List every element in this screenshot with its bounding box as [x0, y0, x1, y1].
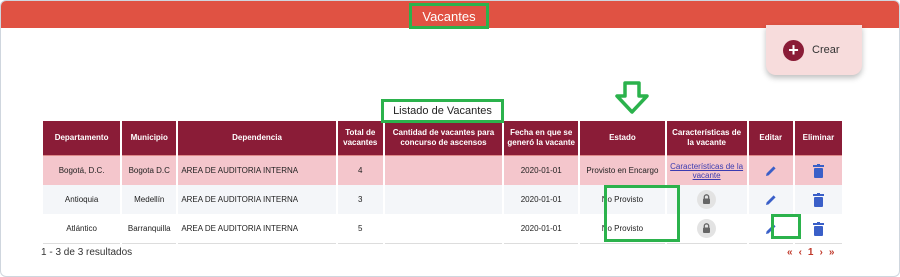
cell-ascensos [384, 155, 503, 185]
create-button-label: Crear [812, 44, 840, 56]
column-header-dependencia[interactable]: Dependencia [178, 121, 336, 155]
last-page-button[interactable]: » [829, 247, 835, 258]
column-header-departamento[interactable]: Departamento [43, 121, 121, 155]
next-page-button[interactable]: › [819, 247, 822, 258]
cell-eliminar [794, 214, 842, 244]
pencil-icon[interactable] [765, 165, 777, 177]
column-header-editar: Editar [748, 121, 793, 155]
lock-icon [697, 219, 717, 238]
cell-caracteristicas: Características de la vacante [666, 155, 747, 185]
cell-fecha: 2020-01-01 [504, 185, 579, 214]
cell-total: 4 [337, 155, 383, 185]
cell-municipio: Barranquilla [122, 214, 177, 244]
plus-icon: + [783, 39, 804, 61]
column-header-caracteristicas: Características de la vacante [666, 121, 747, 155]
prev-page-button[interactable]: ‹ [799, 247, 802, 258]
cell-departamento: Atlántico [43, 214, 121, 244]
table-header-row: Departamento Municipio Dependencia Total… [43, 121, 842, 155]
edit-highlight [771, 214, 801, 239]
vacancies-table: Departamento Municipio Dependencia Total… [41, 121, 844, 244]
column-header-ascensos[interactable]: Cantidad de vacantes para concurso de as… [384, 121, 503, 155]
cell-departamento: Bogotá, D.C. [43, 155, 121, 185]
cell-ascensos [384, 214, 503, 244]
cell-estado: Provisto en Encargo [580, 155, 665, 185]
cell-departamento: Antioquia [43, 185, 121, 214]
column-header-estado[interactable]: Estado [580, 121, 665, 155]
cell-dependencia: AREA DE AUDITORIA INTERNA [178, 214, 336, 244]
column-header-municipio[interactable]: Municipio [122, 121, 177, 155]
pencil-icon[interactable] [765, 194, 777, 206]
pagination: « ‹ 1 › » [787, 247, 834, 258]
trash-icon[interactable] [812, 163, 824, 178]
cell-dependencia: AREA DE AUDITORIA INTERNA [178, 185, 336, 214]
cell-eliminar [794, 185, 842, 214]
cell-eliminar [794, 155, 842, 185]
cell-municipio: Bogota D.C [122, 155, 177, 185]
results-count: 1 - 3 de 3 resultados [41, 247, 133, 258]
table-row[interactable]: Atlántico Barranquilla AREA DE AUDITORIA… [43, 214, 842, 244]
cell-fecha: 2020-01-01 [504, 214, 579, 244]
cell-total: 5 [337, 214, 383, 244]
cell-editar [748, 185, 793, 214]
arrow-down-icon [615, 81, 649, 114]
estado-highlight [604, 185, 680, 242]
list-title: Listado de Vacantes [381, 99, 504, 123]
cell-municipio: Medellín [122, 185, 177, 214]
trash-icon[interactable] [812, 221, 824, 236]
column-header-eliminar: Eliminar [794, 121, 842, 155]
column-header-fecha[interactable]: Fecha en que se generó la vacante [504, 121, 579, 155]
cell-total: 3 [337, 185, 383, 214]
table-row[interactable]: Antioquia Medellín AREA DE AUDITORIA INT… [43, 185, 842, 214]
lock-icon [697, 190, 717, 209]
cell-dependencia: AREA DE AUDITORIA INTERNA [178, 155, 336, 185]
trash-icon[interactable] [812, 192, 824, 207]
cell-fecha: 2020-01-01 [504, 155, 579, 185]
create-button[interactable]: + Crear [766, 25, 862, 75]
cell-ascensos [384, 185, 503, 214]
cell-editar [748, 155, 793, 185]
current-page[interactable]: 1 [808, 247, 814, 258]
caracteristicas-link[interactable]: Características de la vacante [670, 162, 743, 180]
page-title: Vacantes [409, 3, 489, 29]
first-page-button[interactable]: « [787, 247, 793, 258]
vacancies-panel: Vacantes + Crear Listado de Vacantes Dep… [0, 0, 900, 277]
table-row[interactable]: Bogotá, D.C. Bogota D.C AREA DE AUDITORI… [43, 155, 842, 185]
column-header-total[interactable]: Total de vacantes [337, 121, 383, 155]
